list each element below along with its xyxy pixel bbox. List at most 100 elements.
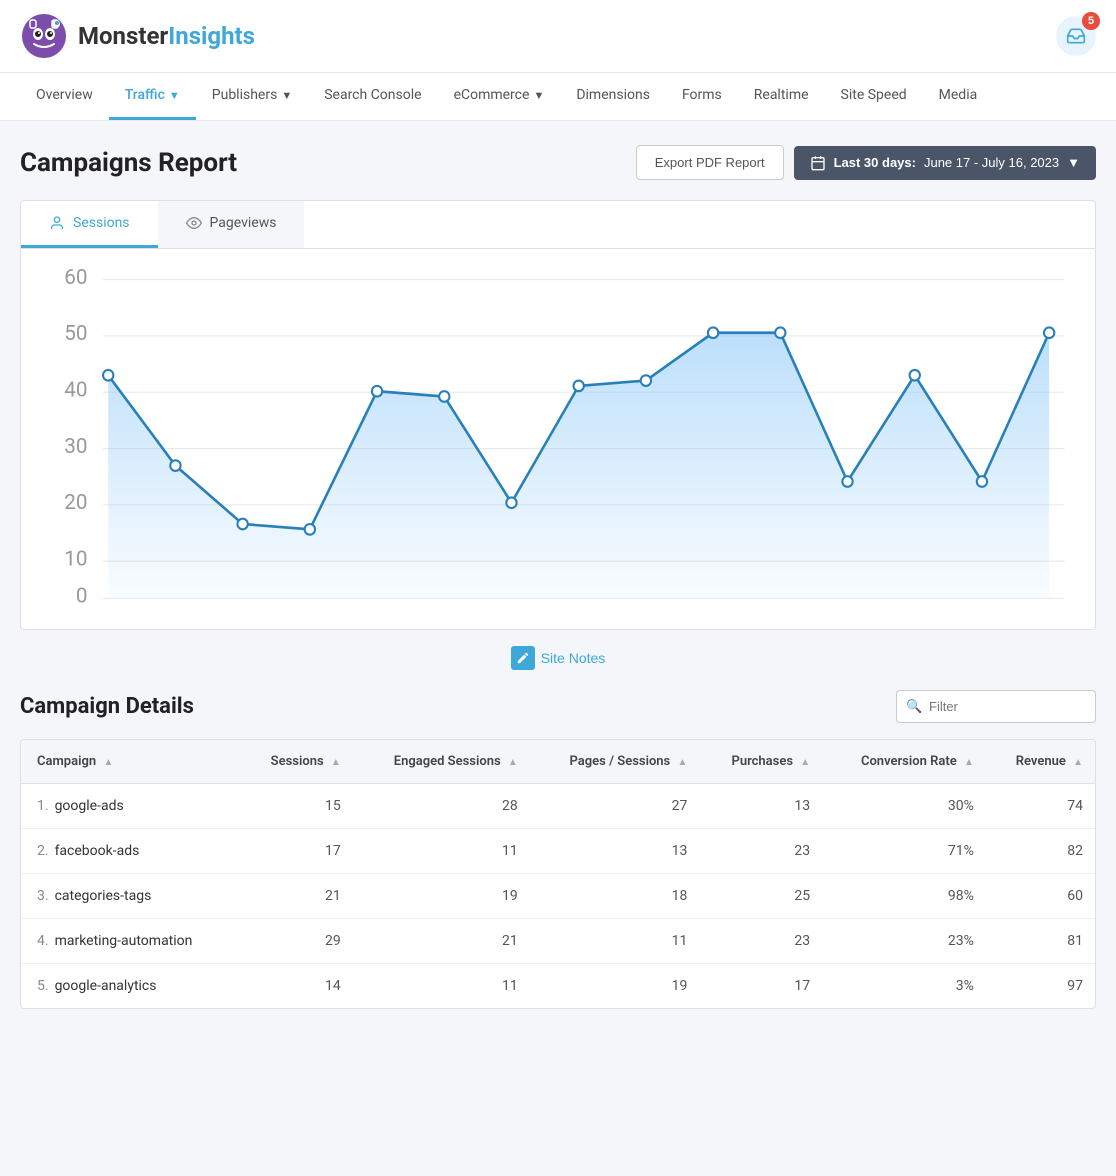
col-purchases[interactable]: Purchases ▲ [699, 740, 822, 784]
inbox-icon [1066, 26, 1086, 46]
sort-arrow-conversion: ▲ [964, 757, 974, 768]
notification-button[interactable]: 5 [1056, 16, 1096, 56]
export-pdf-button[interactable]: Export PDF Report [636, 145, 784, 180]
cell-engaged-sessions: 19 [353, 874, 530, 919]
filter-input[interactable] [896, 690, 1096, 723]
cell-campaign: 1.google-ads [21, 784, 240, 829]
page-title: Campaigns Report [20, 148, 237, 178]
cell-purchases: 23 [699, 829, 822, 874]
cell-purchases: 25 [699, 874, 822, 919]
cell-campaign: 3.categories-tags [21, 874, 240, 919]
cell-conversion-rate: 30% [822, 784, 986, 829]
cell-conversion-rate: 23% [822, 919, 986, 964]
cell-pages-sessions: 11 [530, 919, 700, 964]
nav-item-search-console[interactable]: Search Console [308, 73, 437, 120]
svg-text:30: 30 [64, 435, 87, 459]
cell-sessions: 21 [240, 874, 353, 919]
cell-sessions: 15 [240, 784, 353, 829]
table-body: 1.google-ads 15 28 27 13 30% 74 2.facebo… [21, 784, 1095, 1009]
site-notes-row: Site Notes [20, 646, 1096, 670]
cell-engaged-sessions: 11 [353, 964, 530, 1009]
chart-tabs: Sessions Pageviews [21, 201, 1095, 249]
col-engaged-sessions[interactable]: Engaged Sessions ▲ [353, 740, 530, 784]
cell-conversion-rate: 98% [822, 874, 986, 919]
site-notes-button[interactable]: Site Notes [511, 646, 606, 670]
col-pages-sessions[interactable]: Pages / Sessions ▲ [530, 740, 700, 784]
cell-campaign: 2.facebook-ads [21, 829, 240, 874]
cell-purchases: 17 [699, 964, 822, 1009]
cell-pages-sessions: 13 [530, 829, 700, 874]
sessions-icon [49, 215, 65, 231]
cell-pages-sessions: 19 [530, 964, 700, 1009]
header-actions: Export PDF Report Last 30 days: June 17 … [636, 145, 1096, 180]
nav-item-traffic[interactable]: Traffic ▼ [109, 73, 196, 120]
nav-item-forms[interactable]: Forms [666, 73, 738, 120]
sort-arrow-campaign: ▲ [103, 757, 113, 768]
cell-sessions: 17 [240, 829, 353, 874]
cell-engaged-sessions: 11 [353, 829, 530, 874]
campaign-details-header: Campaign Details 🔍 [20, 690, 1096, 723]
col-campaign[interactable]: Campaign ▲ [21, 740, 240, 784]
monster-logo-icon [20, 12, 68, 60]
cell-pages-sessions: 18 [530, 874, 700, 919]
nav-item-dimensions[interactable]: Dimensions [560, 73, 666, 120]
cell-revenue: 60 [986, 874, 1095, 919]
table-row: 5.google-analytics 14 11 19 17 3% 97 [21, 964, 1095, 1009]
campaign-table: Campaign ▲ Sessions ▲ Engaged Sessions ▲… [21, 740, 1095, 1008]
date-dropdown-arrow: ▼ [1067, 155, 1080, 170]
sort-arrow-purchases: ▲ [800, 757, 810, 768]
table-row: 1.google-ads 15 28 27 13 30% 74 [21, 784, 1095, 829]
svg-text:40: 40 [64, 378, 87, 402]
sort-arrow-revenue: ▲ [1073, 757, 1083, 768]
table-header: Campaign ▲ Sessions ▲ Engaged Sessions ▲… [21, 740, 1095, 784]
cell-revenue: 74 [986, 784, 1095, 829]
svg-text:0: 0 [76, 584, 88, 608]
cell-purchases: 13 [699, 784, 822, 829]
calendar-icon [810, 155, 826, 171]
svg-text:60: 60 [64, 269, 87, 290]
chart-area: 60 50 40 30 20 10 0 [21, 249, 1095, 629]
page-header: Campaigns Report Export PDF Report Last … [20, 145, 1096, 180]
cell-conversion-rate: 3% [822, 964, 986, 1009]
site-notes-icon [511, 646, 535, 670]
traffic-dropdown-arrow: ▼ [169, 89, 180, 102]
cell-campaign: 4.marketing-automation [21, 919, 240, 964]
nav-item-site-speed[interactable]: Site Speed [825, 73, 923, 120]
chart-card: Sessions Pageviews 60 [20, 200, 1096, 630]
tab-pageviews[interactable]: Pageviews [158, 201, 305, 248]
cell-revenue: 97 [986, 964, 1095, 1009]
cell-sessions: 14 [240, 964, 353, 1009]
header-right: 5 [1056, 16, 1096, 56]
campaign-details-title: Campaign Details [20, 694, 194, 719]
sort-arrow-engaged: ▲ [508, 757, 518, 768]
cell-engaged-sessions: 28 [353, 784, 530, 829]
nav-item-ecommerce[interactable]: eCommerce ▼ [438, 73, 561, 120]
date-range-button[interactable]: Last 30 days: June 17 - July 16, 2023 ▼ [794, 146, 1096, 180]
main-nav: Overview Traffic ▼ Publishers ▼ Search C… [0, 73, 1116, 121]
pageviews-icon [186, 215, 202, 231]
notification-badge: 5 [1082, 12, 1100, 30]
cell-campaign: 5.google-analytics [21, 964, 240, 1009]
svg-text:10: 10 [64, 547, 87, 571]
nav-item-realtime[interactable]: Realtime [738, 73, 825, 120]
nav-item-overview[interactable]: Overview [20, 73, 109, 120]
cell-conversion-rate: 71% [822, 829, 986, 874]
pencil-icon [516, 651, 530, 665]
campaign-table-wrap: Campaign ▲ Sessions ▲ Engaged Sessions ▲… [20, 739, 1096, 1009]
header: MonsterInsights 5 [0, 0, 1116, 73]
tab-sessions[interactable]: Sessions [21, 201, 158, 248]
svg-text:50: 50 [64, 322, 87, 346]
nav-item-publishers[interactable]: Publishers ▼ [196, 73, 308, 120]
cell-pages-sessions: 27 [530, 784, 700, 829]
col-conversion-rate[interactable]: Conversion Rate ▲ [822, 740, 986, 784]
publishers-dropdown-arrow: ▼ [281, 89, 292, 102]
col-revenue[interactable]: Revenue ▲ [986, 740, 1095, 784]
cell-revenue: 81 [986, 919, 1095, 964]
table-row: 3.categories-tags 21 19 18 25 98% 60 [21, 874, 1095, 919]
cell-engaged-sessions: 21 [353, 919, 530, 964]
cell-sessions: 29 [240, 919, 353, 964]
sort-arrow-pages: ▲ [677, 757, 687, 768]
col-sessions[interactable]: Sessions ▲ [240, 740, 353, 784]
table-row: 4.marketing-automation 29 21 11 23 23% 8… [21, 919, 1095, 964]
nav-item-media[interactable]: Media [923, 73, 994, 120]
